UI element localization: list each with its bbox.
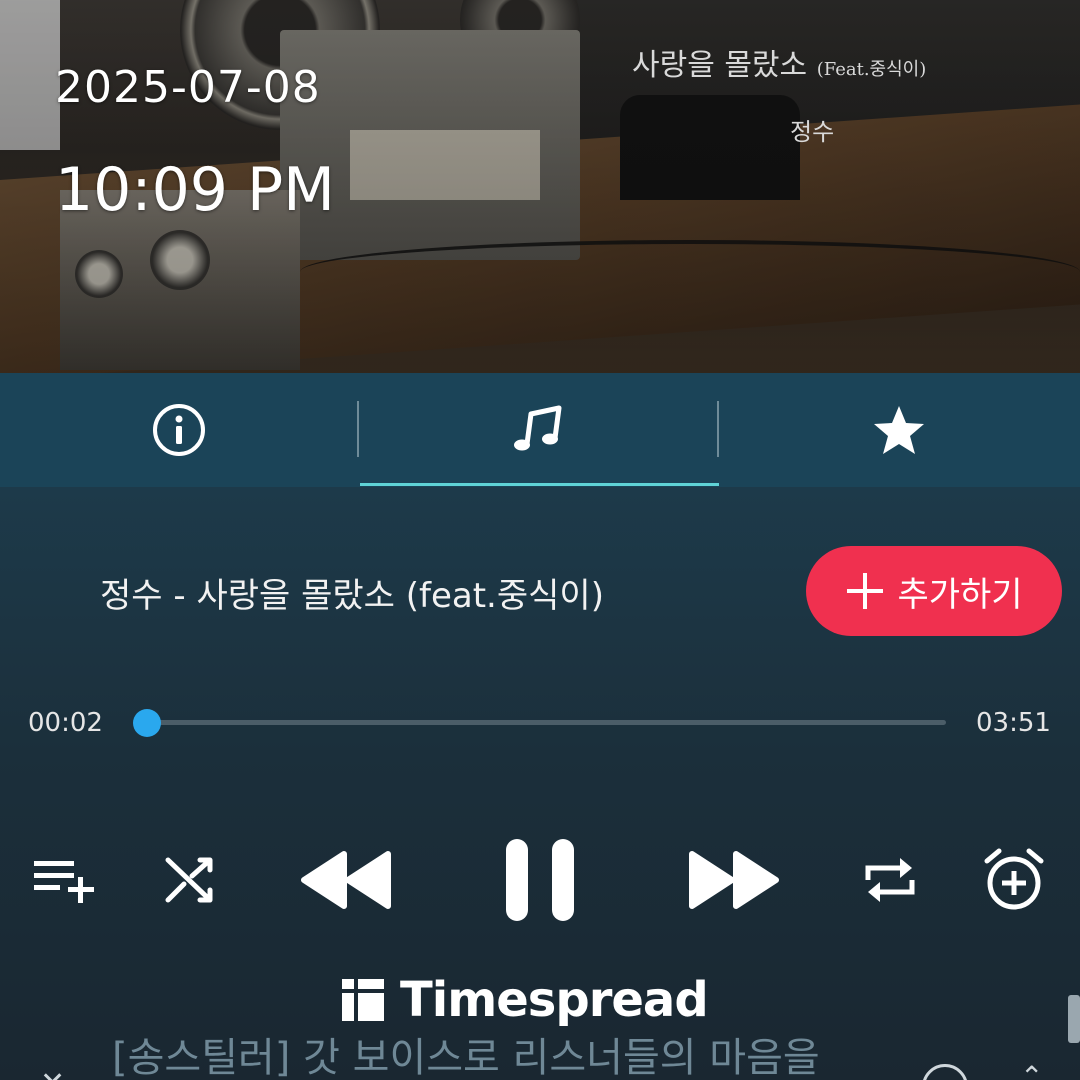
playlist-add-button[interactable] xyxy=(30,840,102,920)
watermark-text: Timespread xyxy=(400,972,709,1028)
add-button[interactable]: 추가하기 xyxy=(806,546,1062,636)
tab-bar xyxy=(0,373,1080,487)
album-art-title-feat: (Feat.중식이) xyxy=(816,59,927,80)
shuffle-icon xyxy=(165,857,213,903)
alarm-add-icon xyxy=(984,848,1044,910)
repeat-icon xyxy=(865,858,915,902)
watermark: Timespread xyxy=(340,972,709,1028)
playlist-add-icon xyxy=(34,861,94,903)
repeat-button[interactable] xyxy=(858,840,922,920)
progress-bar[interactable] xyxy=(133,709,946,737)
chevron-up-icon[interactable]: ⌃ xyxy=(1020,1060,1043,1080)
total-time: 03:51 xyxy=(976,708,1051,738)
alarm-add-button[interactable] xyxy=(980,840,1048,920)
close-icon[interactable]: ✕ xyxy=(40,1066,65,1080)
album-art: 사랑을 몰랐소 (Feat.중식이) 정수 2025-07-08 10:09 P… xyxy=(0,0,1080,373)
timespread-logo-icon xyxy=(342,979,384,1021)
album-art-artist: 정수 xyxy=(790,118,835,146)
tab-divider xyxy=(357,401,359,457)
album-art-title: 사랑을 몰랐소 (Feat.중식이) xyxy=(632,40,926,84)
tab-divider xyxy=(717,401,719,457)
current-time: 00:02 xyxy=(28,708,103,738)
star-icon xyxy=(874,406,924,454)
fast-forward-icon xyxy=(689,851,779,909)
shuffle-button[interactable] xyxy=(158,840,222,920)
pause-button[interactable] xyxy=(500,839,580,921)
tab-music[interactable] xyxy=(360,373,718,487)
date-text: 2025-07-08 xyxy=(55,62,321,113)
song-title: 정수 - 사랑을 몰랐소 (feat.중식이) xyxy=(100,576,604,616)
lyric-line: [송스틸러] 갓 보이스로 리스너들의 마음을 xyxy=(112,1035,820,1080)
music-note-icon xyxy=(514,405,562,451)
active-tab-indicator xyxy=(360,483,719,486)
time-text: 10:09 PM xyxy=(55,155,335,225)
tab-favorites[interactable] xyxy=(720,373,1078,487)
tab-info[interactable] xyxy=(0,373,358,487)
album-art-title-text: 사랑을 몰랐소 xyxy=(632,48,808,83)
plus-icon xyxy=(847,573,884,609)
add-button-label: 추가하기 xyxy=(897,574,1023,615)
music-player-screen: 사랑을 몰랐소 (Feat.중식이) 정수 2025-07-08 10:09 P… xyxy=(0,0,1080,1080)
info-icon xyxy=(153,404,205,456)
rewind-button[interactable] xyxy=(295,840,395,920)
scrollbar[interactable] xyxy=(1068,995,1080,1043)
pause-icon xyxy=(506,839,574,921)
fast-forward-button[interactable] xyxy=(685,840,785,920)
rewind-icon xyxy=(301,851,391,909)
